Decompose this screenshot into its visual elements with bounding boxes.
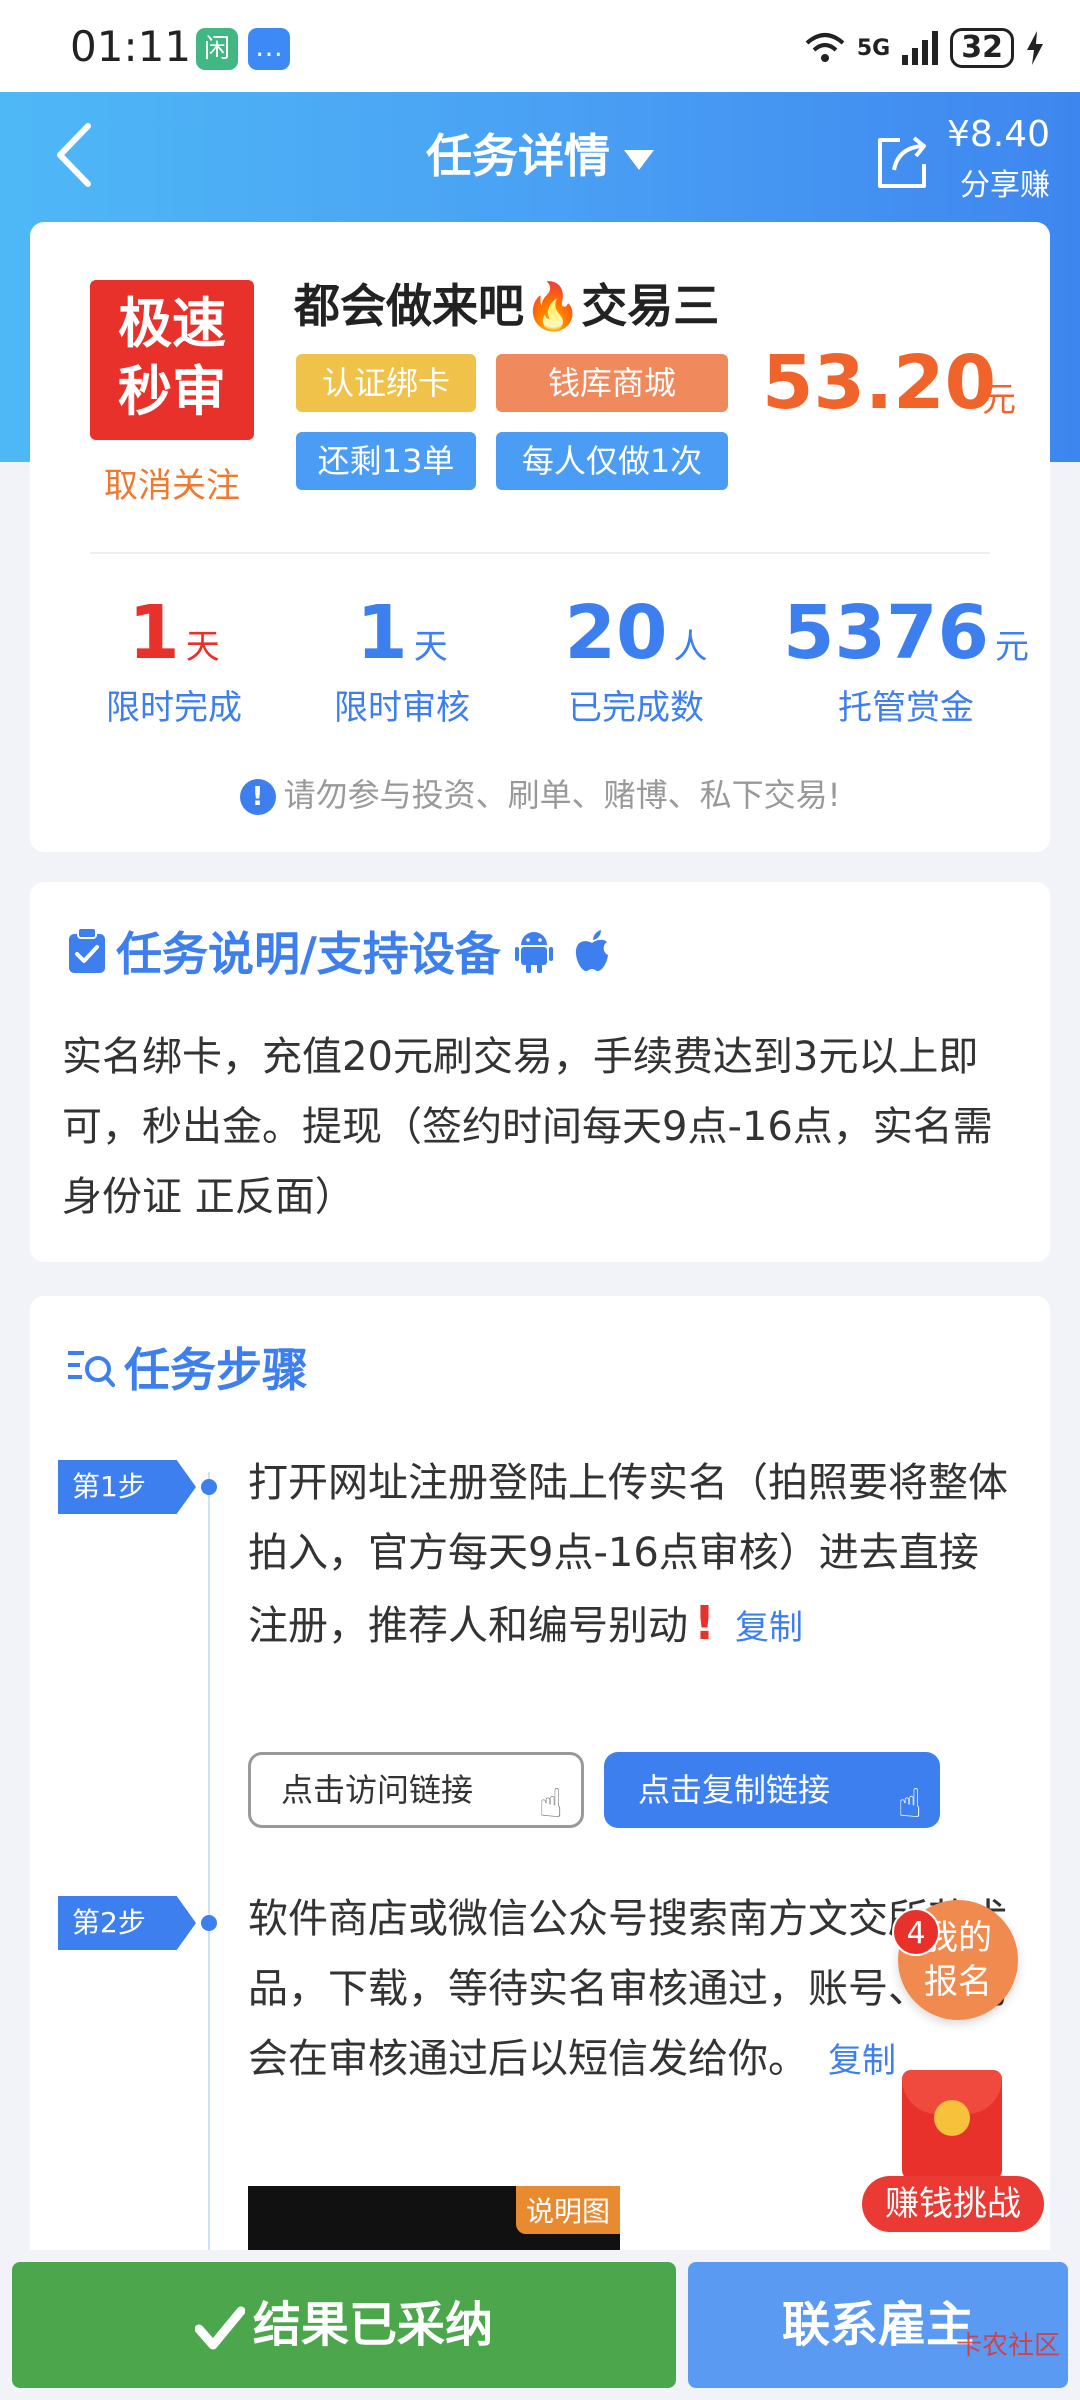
visit-link-button[interactable]: 点击访问链接 ☝ xyxy=(248,1752,584,1828)
page-title: 任务详情 xyxy=(426,129,610,183)
price-unit: 元 xyxy=(982,380,1016,420)
copy-link-button[interactable]: 点击复制链接 ☝ xyxy=(604,1752,940,1828)
stat-review-time: 1天 限时审核 xyxy=(282,590,522,729)
fast-review-badge: 极速 秒审 xyxy=(90,280,254,440)
exclamation-icon: ! xyxy=(694,1596,715,1650)
stat-unit: 元 xyxy=(994,627,1029,667)
step-1-dot xyxy=(201,1479,217,1495)
stat-complete-time: 1天 限时完成 xyxy=(54,590,294,729)
stat-label: 托管赏金 xyxy=(838,688,974,728)
battery-level: 32 xyxy=(950,28,1014,68)
earn-challenge-button[interactable]: 赚钱挑战 xyxy=(862,2070,1044,2232)
earn-challenge-label: 赚钱挑战 xyxy=(862,2176,1044,2232)
tag-limit: 每人仅做1次 xyxy=(496,432,728,490)
stat-unit: 天 xyxy=(413,627,448,667)
task-summary-card: 极速 秒审 取消关注 都会做来吧🔥交易三 认证绑卡 钱库商城 还剩13单 每人仅… xyxy=(30,222,1050,852)
result-accepted-label: 结果已采纳 xyxy=(252,2297,493,2353)
bottom-action-bar: 结果已采纳 联系雇主 卡农社区 xyxy=(0,2250,1080,2400)
list-search-icon xyxy=(68,1351,115,1387)
alert-icon: ! xyxy=(239,779,276,815)
share-label: 分享赚 xyxy=(960,168,1050,203)
steps-heading: 任务步骤 xyxy=(66,1334,308,1400)
stat-label: 已完成数 xyxy=(568,688,704,728)
stat-value: 5376 xyxy=(783,590,989,676)
steps-title: 任务步骤 xyxy=(124,1343,308,1397)
badge-line2: 秒审 xyxy=(118,360,226,423)
pointing-hand-icon: ☝ xyxy=(538,1781,563,1827)
task-price: 53.20 xyxy=(762,340,997,426)
contact-employer-label: 联系雇主 xyxy=(781,2297,974,2353)
network-type: 5G xyxy=(856,35,891,61)
tag-remaining: 还剩13单 xyxy=(296,432,476,490)
stat-value: 1 xyxy=(128,590,180,676)
step-1-content: 打开网址注册登陆上传实名（拍照要将整体拍入，官方每天9点-16点审核）进去直接注… xyxy=(248,1460,1008,1649)
visit-link-label: 点击访问链接 xyxy=(281,1771,474,1809)
task-description-card: 任务说明/支持设备 实名绑卡，充值20元刷交易，手续费达到3元以上即可，秒出金。… xyxy=(30,882,1050,1262)
copy-link-label: 点击复制链接 xyxy=(638,1771,831,1809)
description-text: 实名绑卡，充值20元刷交易，手续费达到3元以上即可，秒出金。提现（签约时间每天9… xyxy=(62,1034,993,1220)
warning-text: 请勿参与投资、刷单、赌博、私下交易! xyxy=(283,776,841,814)
divider xyxy=(90,552,990,554)
stat-unit: 人 xyxy=(673,627,708,667)
checkmark-icon xyxy=(194,2306,246,2350)
stat-escrow-reward: 5376 元 托管赏金 xyxy=(766,590,1046,729)
tag-bind-card: 认证绑卡 xyxy=(296,354,476,412)
badge-line1: 极速 xyxy=(118,292,226,355)
signal-icon xyxy=(902,31,939,65)
android-icon xyxy=(514,932,553,973)
steps-timeline xyxy=(208,1472,210,2276)
share-icon xyxy=(878,136,926,188)
warning-notice: ! 请勿参与投资、刷单、赌博、私下交易! xyxy=(30,770,1050,816)
step-1-badge: 第1步 xyxy=(58,1460,196,1514)
step-1-text: 打开网址注册登陆上传实名（拍照要将整体拍入，官方每天9点-16点审核）进去直接注… xyxy=(248,1448,1010,1663)
stat-completed-count: 20 人 已完成数 xyxy=(516,590,756,729)
description-heading: 任务说明/支持设备 xyxy=(66,918,619,984)
stat-label: 限时审核 xyxy=(334,688,470,728)
signup-count-badge: 4 xyxy=(892,1908,940,1956)
description-title: 任务说明/支持设备 xyxy=(116,927,501,981)
task-title: 都会做来吧🔥交易三 xyxy=(294,279,720,333)
message-notification-icon: … xyxy=(248,28,290,70)
status-time: 01:11 xyxy=(70,22,192,71)
clipboard-check-icon xyxy=(69,927,105,973)
watermark: 卡农社区 xyxy=(955,2331,1060,2361)
charging-icon xyxy=(1027,31,1043,65)
apple-icon xyxy=(575,930,608,972)
stat-label: 限时完成 xyxy=(106,688,242,728)
result-accepted-button[interactable]: 结果已采纳 xyxy=(12,2262,676,2388)
stat-value: 20 xyxy=(564,590,668,676)
chevron-down-icon xyxy=(624,149,654,170)
explanation-image-label: 说明图 xyxy=(515,2186,620,2234)
wifi-icon xyxy=(805,33,845,62)
tag-category: 钱库商城 xyxy=(496,354,728,412)
status-bar: 01:11 闲 … 5G 32 xyxy=(0,0,1080,92)
stat-value: 1 xyxy=(356,590,408,676)
status-indicators: 5G 32 xyxy=(805,24,1044,72)
red-envelope-icon xyxy=(902,2070,1002,2180)
step-2-text: 软件商店或微信公众号搜索南方文交所艺术品，下载，等待实名审核通过，账号、密码会在… xyxy=(248,1884,1010,2096)
step-2-badge: 第2步 xyxy=(58,1896,196,1950)
stat-unit: 天 xyxy=(185,627,220,667)
share-amount: ¥8.40 xyxy=(946,114,1050,155)
pointing-hand-icon: ☝ xyxy=(897,1781,922,1827)
step-2-dot xyxy=(201,1915,217,1931)
share-earn-button[interactable]: ¥8.40 分享赚 xyxy=(870,114,1050,204)
step-1-copy-link[interactable]: 复制 xyxy=(735,1608,803,1648)
unfollow-button[interactable]: 取消关注 xyxy=(80,458,264,507)
supported-devices xyxy=(514,929,619,973)
app-notification-icon: 闲 xyxy=(196,28,238,70)
